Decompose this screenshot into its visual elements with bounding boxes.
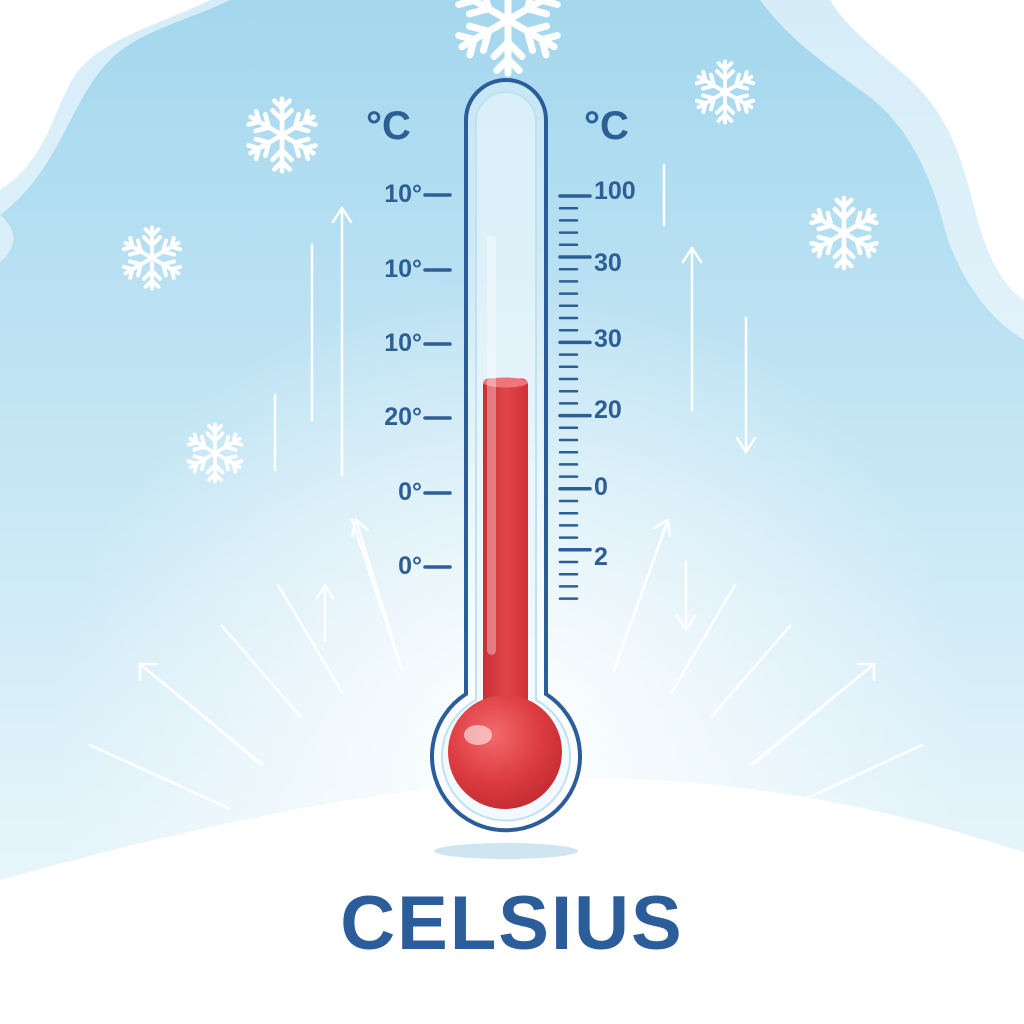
right-scale-label: 2 [594, 543, 608, 571]
right-scale-label: 20 [594, 396, 622, 424]
right-scale-label: 30 [594, 325, 622, 353]
right-scale-label: 30 [594, 249, 622, 277]
right-scale-label: 100 [594, 177, 636, 205]
background-scene [0, 0, 1024, 1024]
left-scale-label: 10° [384, 255, 422, 283]
right-unit-label: °C [584, 104, 629, 148]
left-scale-label: 10° [384, 329, 422, 357]
left-scale-label: 10° [384, 180, 422, 208]
left-scale-label: 0° [398, 552, 422, 580]
mercury-bulb [448, 695, 562, 809]
left-scale-label: 20° [384, 403, 422, 431]
right-scale-label: 0 [594, 473, 608, 501]
page-title: CELSIUS [340, 881, 684, 966]
left-unit-label: °C [366, 104, 411, 148]
thermometer-shadow [434, 843, 578, 859]
glass-highlight [487, 235, 496, 655]
bulb-highlight [464, 725, 492, 745]
left-scale-label: 0° [398, 478, 422, 506]
celsius-illustration: °C °C 10° 10° 10° 20° 0° 0° 100 30 30 20… [0, 0, 1024, 1024]
